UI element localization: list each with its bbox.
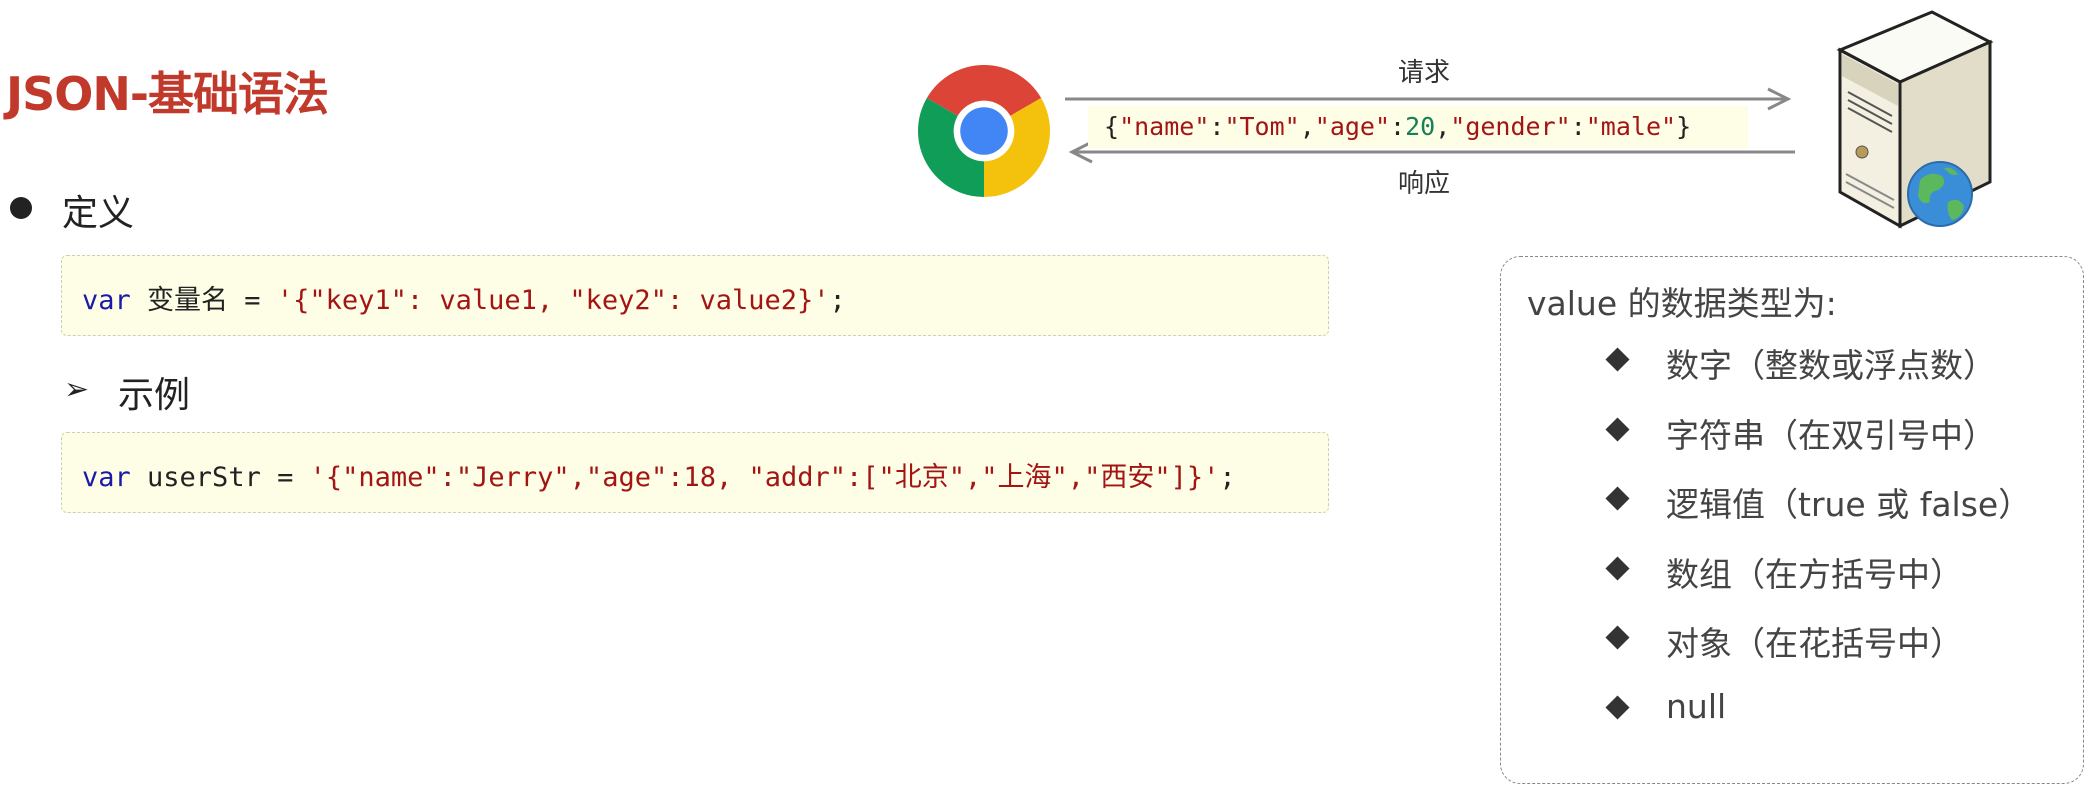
web-server-icon (1836, 10, 1994, 229)
diamond-bullet-icon (1605, 555, 1630, 581)
colon: : (1570, 112, 1586, 141)
definition-label: 定义 (62, 193, 135, 234)
json-payload: {"name":"Tom","age":20,"gender":"male"} (1088, 106, 1748, 148)
response-label: 响应 (1398, 169, 1451, 199)
definition-code-block: var 变量名 = '{"key1": value1, "key2": valu… (61, 255, 1329, 336)
page-title: JSON-基础语法 (6, 67, 329, 121)
example-label: 示例 (118, 375, 191, 416)
code-string: '{"name":"Jerry","age":18, "addr":["北京",… (309, 462, 1220, 493)
json-value: 20 (1405, 112, 1436, 141)
value-type-label: null (1666, 686, 1727, 726)
json-value: "Tom" (1224, 112, 1300, 141)
value-type-label: 字符串（在双引号中） (1666, 415, 1996, 455)
example-code: var userStr = '{"name":"Jerry","age":18,… (82, 455, 1236, 494)
code-text: userStr = (130, 462, 310, 493)
chrome-browser-icon (918, 65, 1050, 197)
value-type-label: 逻辑值（true 或 false） (1666, 485, 2032, 524)
bullet-icon (10, 197, 32, 219)
brace: } (1676, 112, 1692, 141)
diamond-bullet-icon (1605, 416, 1630, 442)
brace: { (1104, 112, 1120, 141)
json-value: "male" (1585, 112, 1677, 141)
colon: : (1390, 112, 1406, 141)
json-key: "age" (1314, 112, 1391, 141)
colon: : (1209, 112, 1225, 141)
value-type-label: 数组（在方括号中） (1666, 554, 1963, 594)
value-type-label: 对象（在花括号中） (1666, 624, 1963, 663)
code-keyword: var (82, 462, 131, 493)
request-label: 请求 (1398, 58, 1451, 88)
json-key: "gender" (1450, 112, 1571, 141)
code-string: '{"key1": value1, "key2": value2}' (276, 285, 830, 316)
value-type-label: 数字（整数或浮点数） (1666, 346, 1996, 385)
diamond-bullet-icon (1605, 347, 1630, 372)
definition-code: var 变量名 = '{"key1": value1, "key2": valu… (82, 278, 846, 317)
value-types-heading: value 的数据类型为: (1527, 284, 1837, 323)
diamond-bullet-icon (1605, 694, 1630, 720)
arrow-bullet-icon: ➢ (64, 372, 90, 407)
example-code-block: var userStr = '{"name":"Jerry","age":18,… (61, 432, 1329, 513)
code-keyword: var (82, 285, 131, 316)
comma: , (1299, 112, 1315, 141)
comma: , (1435, 112, 1451, 141)
code-text: 变量名 = (130, 285, 277, 316)
diamond-bullet-icon (1605, 486, 1630, 511)
value-types-panel: value 的数据类型为: 数字（整数或浮点数） 字符串（在双引号中） 逻辑值（… (1500, 256, 2084, 784)
code-end: ; (829, 285, 846, 316)
json-key: "name" (1119, 112, 1210, 141)
code-end: ; (1219, 462, 1236, 493)
diamond-bullet-icon (1605, 625, 1630, 650)
